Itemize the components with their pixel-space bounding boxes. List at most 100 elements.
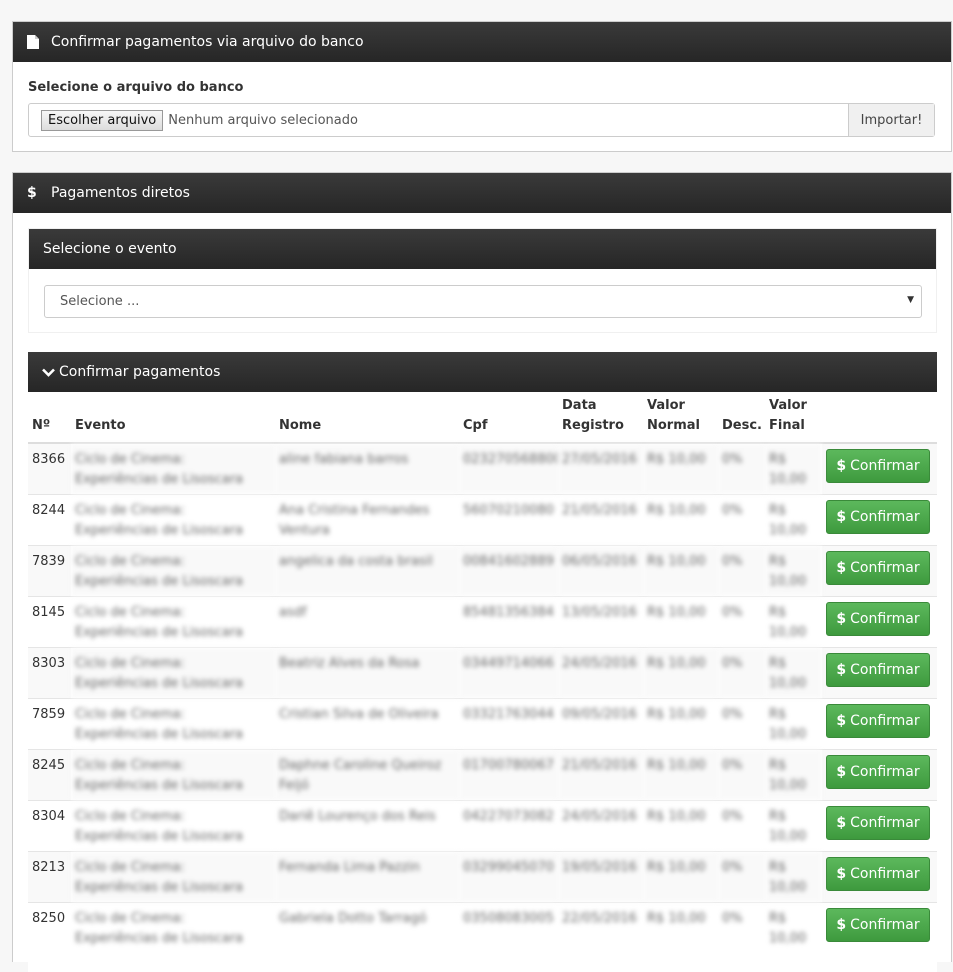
cell-desc: 0% (718, 442, 765, 494)
cell-evento: Ciclo de Cinema: Experiências de Lisosca… (71, 697, 275, 749)
cell-n: 7859 (28, 697, 71, 749)
import-button[interactable]: Importar! (848, 104, 934, 136)
cell-normal: R$ 10,00 (643, 850, 718, 902)
table-row: 8303 Ciclo de Cinema: Experiências de Lis… (28, 646, 937, 698)
cell-normal: R$ 10,00 (643, 493, 718, 545)
payments-table: Nº Evento Nome Cpf Data Registro Valor N… (28, 392, 937, 953)
table-row: 8250 Ciclo de Cinema: Experiências de Lis… (28, 901, 937, 953)
cell-action: $ Confirmar (822, 493, 937, 545)
table-row: 8213 Ciclo de Cinema: Experiências de Lis… (28, 850, 937, 902)
event-section-header: Selecione o evento (29, 229, 936, 269)
confirm-button-label: Confirmar (850, 814, 920, 831)
cell-nome: Daphne Caroline Queiroz Feijó (275, 748, 459, 800)
cell-desc: 0% (718, 850, 765, 902)
dollar-icon: $ (836, 916, 847, 933)
cell-final: R$ 10,00 (765, 850, 822, 902)
cell-desc: 0% (718, 697, 765, 749)
table-header-row: Nº Evento Nome Cpf Data Registro Valor N… (28, 392, 937, 444)
cell-n: 8244 (28, 493, 71, 545)
cell-evento: Ciclo de Cinema: Experiências de Lisosca… (71, 646, 275, 698)
table-row: 7839 Ciclo de Cinema: Experiências de Lis… (28, 544, 937, 596)
cell-cpf: 56070210080 (459, 493, 558, 545)
cell-desc: 0% (718, 493, 765, 545)
cell-cpf: 04227073082 (459, 799, 558, 851)
table-row: 7859 Ciclo de Cinema: Experiências de Lis… (28, 697, 937, 749)
confirm-button[interactable]: $ Confirmar (826, 856, 930, 891)
confirm-button[interactable]: $ Confirmar (826, 449, 930, 483)
cell-evento: Ciclo de Cinema: Experiências de Lisosca… (71, 748, 275, 800)
cell-desc: 0% (718, 544, 765, 596)
cell-final: R$ 10,00 (765, 595, 822, 647)
chevron-down-icon: ▼ (907, 295, 914, 305)
bank-file-panel-title: Confirmar pagamentos via arquivo do banc… (51, 34, 364, 50)
confirm-button-label: Confirmar (850, 865, 920, 882)
cell-final: R$ 10,00 (765, 493, 822, 545)
chevron-down-icon (42, 368, 55, 377)
confirm-button-label: Confirmar (850, 458, 920, 474)
cell-data: 21/05/2016 (558, 493, 643, 545)
confirm-button[interactable]: $ Confirmar (826, 703, 930, 738)
file-input[interactable]: Escolher arquivo Nenhum arquivo selecion… (29, 104, 848, 136)
file-icon (27, 35, 47, 49)
cell-nome: Ana Cristina Fernandes Ventura (275, 493, 459, 545)
event-select-value: Selecione ... (60, 294, 140, 309)
cell-action: $ Confirmar (822, 442, 937, 494)
confirm-button-label: Confirmar (850, 508, 920, 525)
cell-final: R$ 10,00 (765, 442, 822, 494)
dollar-icon: $ (836, 661, 847, 678)
cell-action: $ Confirmar (822, 697, 937, 749)
cell-desc: 0% (718, 748, 765, 800)
col-header: Cpf (459, 392, 558, 444)
confirm-button[interactable]: $ Confirmar (826, 652, 930, 687)
cell-data: 27/05/2016 (558, 442, 643, 494)
confirm-section-header[interactable]: Confirmar pagamentos (28, 352, 937, 392)
event-select[interactable]: Selecione ... ▼ (44, 285, 922, 318)
file-input-group: Escolher arquivo Nenhum arquivo selecion… (28, 103, 935, 137)
confirm-button[interactable]: $ Confirmar (826, 499, 930, 534)
no-file-text: Nenhum arquivo selecionado (168, 112, 358, 128)
cell-action: $ Confirmar (822, 595, 937, 647)
cell-final: R$ 10,00 (765, 697, 822, 749)
cell-evento: Ciclo de Cinema: Experiências de Lisosca… (71, 493, 275, 545)
cell-n: 8213 (28, 850, 71, 902)
confirm-button-label: Confirmar (850, 712, 920, 729)
dollar-icon: $ (836, 610, 847, 627)
cell-n: 8145 (28, 595, 71, 647)
cell-evento: Ciclo de Cinema: Experiências de Lisosca… (71, 595, 275, 647)
col-header: Desc. (718, 392, 765, 444)
confirm-button[interactable]: $ Confirmar (826, 550, 930, 585)
cell-evento: Ciclo de Cinema: Experiências de Lisosca… (71, 799, 275, 851)
cell-data: 21/05/2016 (558, 748, 643, 800)
cell-nome: Cristian Silva de Oliveira (275, 697, 459, 749)
dollar-icon: $ (836, 712, 847, 729)
cell-nome: angelica da costa brasil (275, 544, 459, 596)
cell-desc: 0% (718, 646, 765, 698)
confirm-button[interactable]: $ Confirmar (826, 907, 930, 942)
cell-final: R$ 10,00 (765, 646, 822, 698)
confirm-button-label: Confirmar (850, 661, 920, 678)
confirm-button[interactable]: $ Confirmar (826, 805, 930, 840)
confirm-button[interactable]: $ Confirmar (826, 601, 930, 636)
confirm-button[interactable]: $ Confirmar (826, 754, 930, 789)
cell-data: 24/05/2016 (558, 646, 643, 698)
cell-n: 8245 (28, 748, 71, 800)
cell-cpf: 02327056880092 (459, 442, 579, 494)
choose-file-button[interactable]: Escolher arquivo (41, 109, 164, 131)
direct-payments-header: $ Pagamentos diretos (13, 173, 951, 213)
cell-normal: R$ 10,00 (643, 901, 718, 953)
cell-data: 22/05/2016 (558, 901, 643, 953)
table-row: 8145 Ciclo de Cinema: Experiências de Lis… (28, 595, 937, 647)
cell-cpf: 03449714066 (459, 646, 558, 698)
col-header: Valor Normal (643, 392, 718, 444)
cell-nome: asdf (275, 595, 459, 647)
cell-n: 8250 (28, 901, 71, 953)
table-row: 8366 Ciclo de Cinema: Experiências de Lis… (28, 442, 937, 494)
cell-action: $ Confirmar (822, 748, 937, 800)
cell-desc: 0% (718, 595, 765, 647)
dollar-icon: $ (27, 185, 37, 201)
cell-normal: R$ 10,00 (643, 442, 718, 494)
cell-evento: Ciclo de Cinema: Experiências de Lisosca… (71, 544, 275, 596)
cell-n: 7839 (28, 544, 71, 596)
cell-cpf: 01700780067 (459, 748, 558, 800)
confirm-button-label: Confirmar (850, 763, 920, 780)
